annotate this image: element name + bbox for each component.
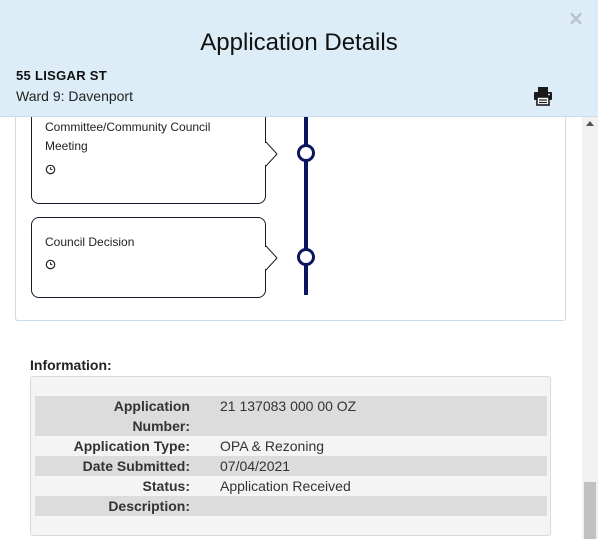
timeline-node	[297, 248, 315, 266]
clock-icon	[45, 164, 56, 175]
information-heading: Information:	[30, 357, 112, 373]
info-value: OPA & Rezoning	[220, 438, 325, 454]
address: 55 LISGAR ST	[16, 68, 108, 83]
info-row: Application Number: 21 137083 000 00 OZ	[35, 396, 547, 436]
info-key: Application Type:	[73, 438, 190, 454]
info-key: Status:	[142, 478, 190, 494]
print-button[interactable]	[533, 86, 553, 106]
info-value: 21 137083 000 00 OZ	[220, 398, 357, 414]
info-key: Date Submitted:	[82, 458, 190, 474]
scrollbar-thumb[interactable]	[584, 482, 596, 539]
dialog-header: × Application Details 55 LISGAR ST Ward …	[0, 0, 598, 117]
info-row: Description:	[35, 496, 547, 516]
info-value: 07/04/2021	[220, 458, 291, 474]
timeline-stage-card: Council Decision	[31, 217, 266, 298]
dialog-body: Committee/Community Council Meeting Coun…	[0, 117, 582, 539]
info-value: Application Received	[220, 478, 351, 494]
timeline-stage-card: Committee/Community Council Meeting	[31, 117, 266, 204]
stage-label: Council Decision	[45, 235, 135, 249]
stage-label: Committee/Community Council Meeting	[45, 120, 211, 153]
printer-icon	[534, 87, 552, 106]
info-row: Status: Application Received	[35, 476, 547, 496]
close-button[interactable]: ×	[566, 6, 586, 30]
timeline-node	[297, 144, 315, 162]
information-table: Application Number: 21 137083 000 00 OZ …	[30, 376, 551, 536]
scrollbar[interactable]	[582, 117, 598, 539]
dialog-title: Application Details	[200, 29, 398, 56]
scroll-up-arrow[interactable]	[586, 121, 594, 126]
info-row: Application Type: OPA & Rezoning	[35, 436, 547, 456]
callout-arrow	[265, 141, 278, 167]
ward: Ward 9: Davenport	[16, 88, 133, 104]
callout-arrow	[265, 245, 278, 271]
info-key: Application Number:	[113, 398, 190, 434]
info-key: Description:	[108, 498, 190, 514]
clock-icon	[45, 259, 56, 270]
info-row: Date Submitted: 07/04/2021	[35, 456, 547, 476]
